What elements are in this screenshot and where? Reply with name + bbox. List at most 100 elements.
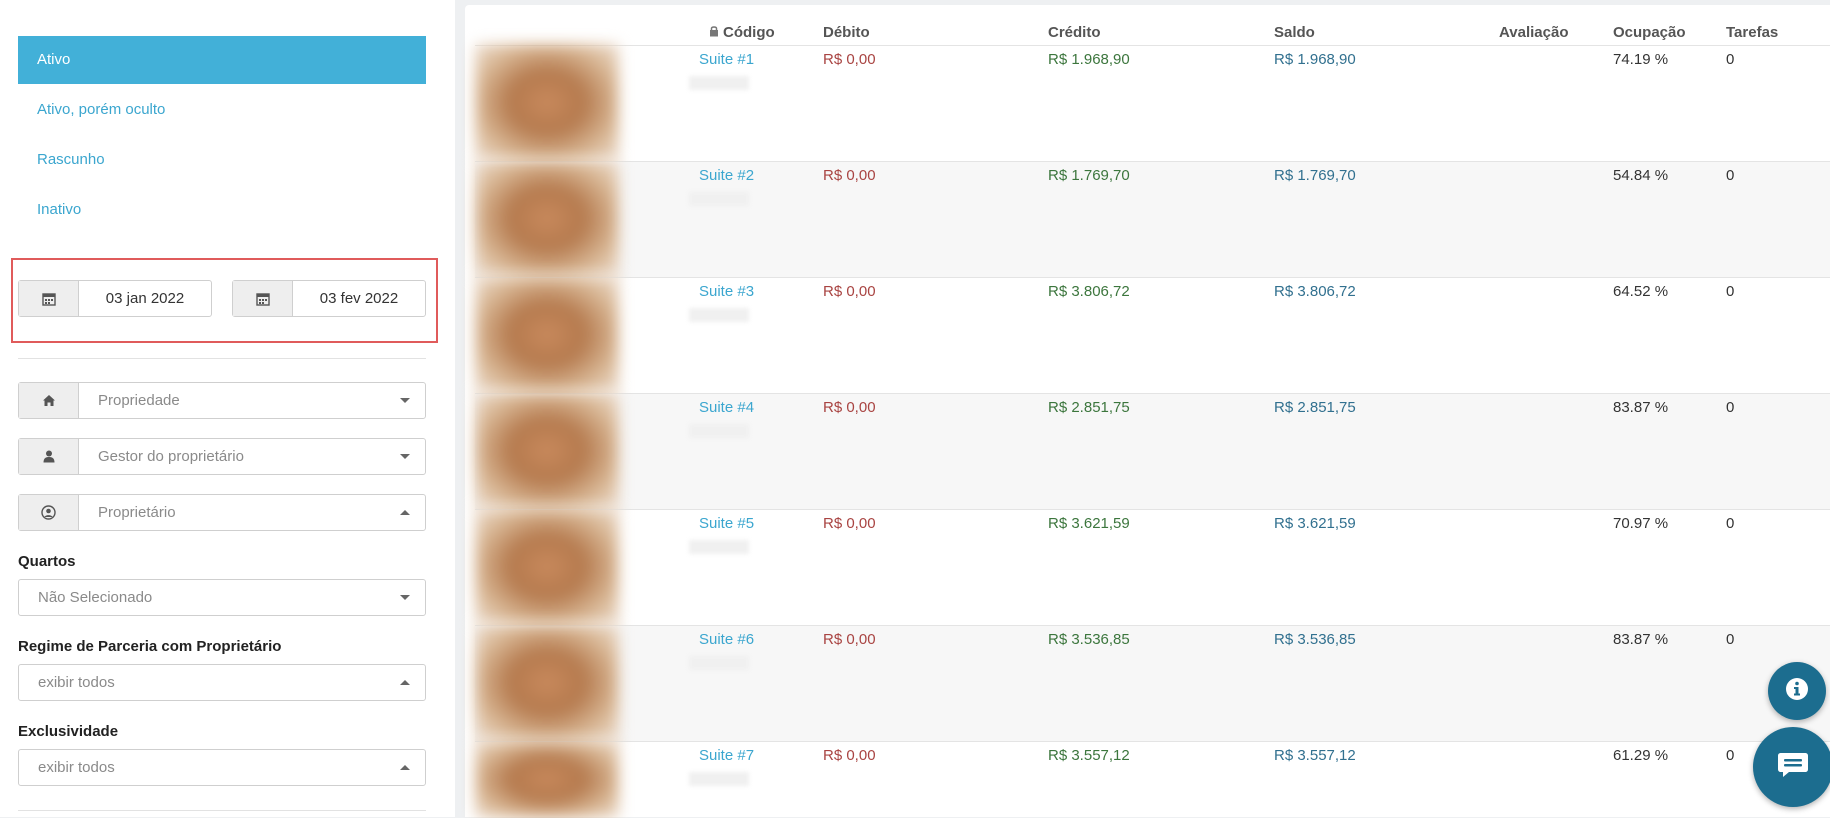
chevron-down-icon[interactable] (385, 439, 425, 474)
property-code-link[interactable]: Suite #1 (699, 51, 754, 68)
exclusivity-select[interactable]: exibir todos (18, 749, 426, 786)
status-filter-ativo-oculto[interactable]: Ativo, porém oculto (18, 86, 426, 134)
credit-value: R$ 1.968,90 (1048, 51, 1130, 68)
redacted-text (689, 424, 749, 438)
partnership-value: exibir todos (38, 674, 115, 691)
partnership-label: Regime de Parceria com Proprietário (18, 638, 282, 655)
date-from-value[interactable]: 03 jan 2022 (79, 281, 211, 316)
debit-value: R$ 0,00 (823, 167, 876, 184)
balance-value: R$ 3.557,12 (1274, 747, 1356, 764)
property-thumbnail[interactable] (475, 740, 619, 818)
redacted-text (689, 76, 749, 90)
tasks-value: 0 (1726, 515, 1735, 532)
divider (18, 810, 426, 811)
filter-sidebar: Ativo Ativo, porém oculto Rascunho Inati… (0, 0, 455, 817)
debit-value: R$ 0,00 (823, 515, 876, 532)
balance-value: R$ 2.851,75 (1274, 399, 1356, 416)
property-code-link[interactable]: Suite #3 (699, 283, 754, 300)
header-tasks[interactable]: Tarefas (1726, 24, 1778, 41)
property-code-link[interactable]: Suite #6 (699, 631, 754, 648)
occupancy-value: 83.87 % (1613, 399, 1669, 416)
table-row: Suite #7 R$ 0,00 R$ 3.557,12 R$ 3.557,12… (475, 740, 1830, 818)
sidebar-scrollbar[interactable] (455, 0, 465, 817)
tasks-value: 0 (1726, 283, 1735, 300)
header-credit[interactable]: Crédito (1048, 24, 1101, 41)
header-debit[interactable]: Débito (823, 24, 870, 41)
debit-value: R$ 0,00 (823, 747, 876, 764)
chevron-up-icon[interactable] (385, 495, 425, 530)
property-placeholder: Propriedade (98, 392, 180, 409)
date-to-value[interactable]: 03 fev 2022 (293, 281, 425, 316)
table-row: Suite #2 R$ 0,00 R$ 1.769,70 R$ 1.769,70… (475, 160, 1830, 277)
status-filter-inativo[interactable]: Inativo (18, 186, 426, 234)
property-code-link[interactable]: Suite #2 (699, 167, 754, 184)
redacted-text (689, 308, 749, 322)
table-row: Suite #4 R$ 0,00 R$ 2.851,75 R$ 2.851,75… (475, 392, 1830, 509)
occupancy-value: 61.29 % (1613, 747, 1669, 764)
status-filter-rascunho[interactable]: Rascunho (18, 136, 426, 184)
rooms-select[interactable]: Não Selecionado (18, 579, 426, 616)
chevron-down-icon[interactable] (385, 383, 425, 418)
partnership-select[interactable]: exibir todos (18, 664, 426, 701)
property-thumbnail[interactable] (475, 624, 619, 741)
owner-placeholder: Proprietário (98, 504, 176, 521)
header-code-label: Código (723, 24, 775, 41)
debit-value: R$ 0,00 (823, 283, 876, 300)
chevron-up-icon[interactable] (385, 750, 425, 785)
debit-value: R$ 0,00 (823, 51, 876, 68)
property-thumbnail[interactable] (475, 44, 619, 161)
chat-icon (1777, 751, 1809, 783)
property-code-link[interactable]: Suite #7 (699, 747, 754, 764)
occupancy-value: 64.52 % (1613, 283, 1669, 300)
lock-icon (709, 24, 719, 41)
property-code-link[interactable]: Suite #5 (699, 515, 754, 532)
property-thumbnail[interactable] (475, 276, 619, 393)
user-icon (19, 439, 79, 474)
credit-value: R$ 3.806,72 (1048, 283, 1130, 300)
balance-value: R$ 3.806,72 (1274, 283, 1356, 300)
tasks-value: 0 (1726, 747, 1735, 764)
redacted-text (689, 192, 749, 206)
header-code[interactable]: Código (709, 24, 775, 41)
table-row: Suite #1 R$ 0,00 R$ 1.968,90 R$ 1.968,90… (475, 44, 1830, 161)
credit-value: R$ 2.851,75 (1048, 399, 1130, 416)
date-from-field[interactable]: 03 jan 2022 (18, 280, 212, 317)
chevron-up-icon[interactable] (385, 665, 425, 700)
property-thumbnail[interactable] (475, 508, 619, 625)
occupancy-value: 83.87 % (1613, 631, 1669, 648)
header-occupancy[interactable]: Ocupação (1613, 24, 1686, 41)
redacted-text (689, 540, 749, 554)
credit-value: R$ 3.621,59 (1048, 515, 1130, 532)
property-select[interactable]: Propriedade (18, 382, 426, 419)
exclusivity-label: Exclusividade (18, 723, 119, 740)
redacted-text (689, 656, 749, 670)
exclusivity-value: exibir todos (38, 759, 115, 776)
table-row: Suite #5 R$ 0,00 R$ 3.621,59 R$ 3.621,59… (475, 508, 1830, 625)
date-to-field[interactable]: 03 fev 2022 (232, 280, 426, 317)
balance-value: R$ 3.536,85 (1274, 631, 1356, 648)
header-rating[interactable]: Avaliação (1499, 24, 1569, 41)
table-row: Suite #6 R$ 0,00 R$ 3.536,85 R$ 3.536,85… (475, 624, 1830, 741)
tasks-value: 0 (1726, 167, 1735, 184)
tasks-value: 0 (1726, 399, 1735, 416)
owner-manager-select[interactable]: Gestor do proprietário (18, 438, 426, 475)
redacted-text (689, 772, 749, 786)
credit-value: R$ 3.557,12 (1048, 747, 1130, 764)
chevron-down-icon[interactable] (385, 580, 425, 615)
occupancy-value: 74.19 % (1613, 51, 1669, 68)
owner-select[interactable]: Proprietário (18, 494, 426, 531)
status-filter-ativo[interactable]: Ativo (18, 36, 426, 84)
property-code-link[interactable]: Suite #4 (699, 399, 754, 416)
property-thumbnail[interactable] (475, 392, 619, 509)
header-balance[interactable]: Saldo (1274, 24, 1315, 41)
property-thumbnail[interactable] (475, 160, 619, 277)
chat-button[interactable] (1753, 727, 1830, 807)
user-circle-icon (19, 495, 79, 530)
credit-value: R$ 3.536,85 (1048, 631, 1130, 648)
rooms-label: Quartos (18, 553, 76, 570)
info-button[interactable] (1768, 662, 1826, 720)
calendar-icon[interactable] (233, 281, 293, 316)
table-row: Suite #3 R$ 0,00 R$ 3.806,72 R$ 3.806,72… (475, 276, 1830, 393)
calendar-icon[interactable] (19, 281, 79, 316)
balance-value: R$ 3.621,59 (1274, 515, 1356, 532)
